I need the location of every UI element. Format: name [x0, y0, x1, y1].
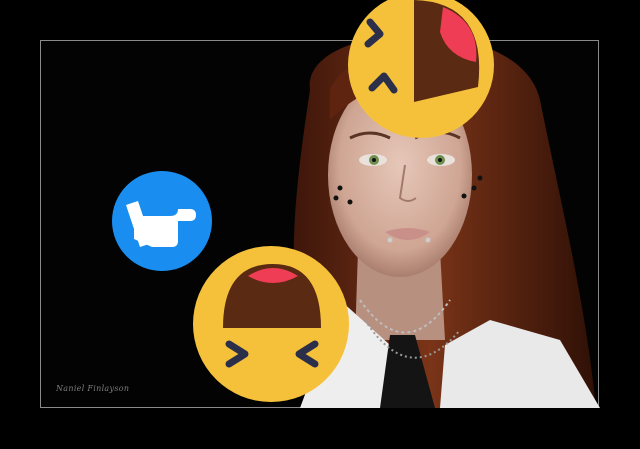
artist-signature: Naniel Finlayson — [56, 384, 130, 393]
pointing-hand-icon — [112, 171, 212, 271]
laughing-face-icon — [193, 246, 349, 402]
laughing-face-icon — [348, 0, 494, 138]
